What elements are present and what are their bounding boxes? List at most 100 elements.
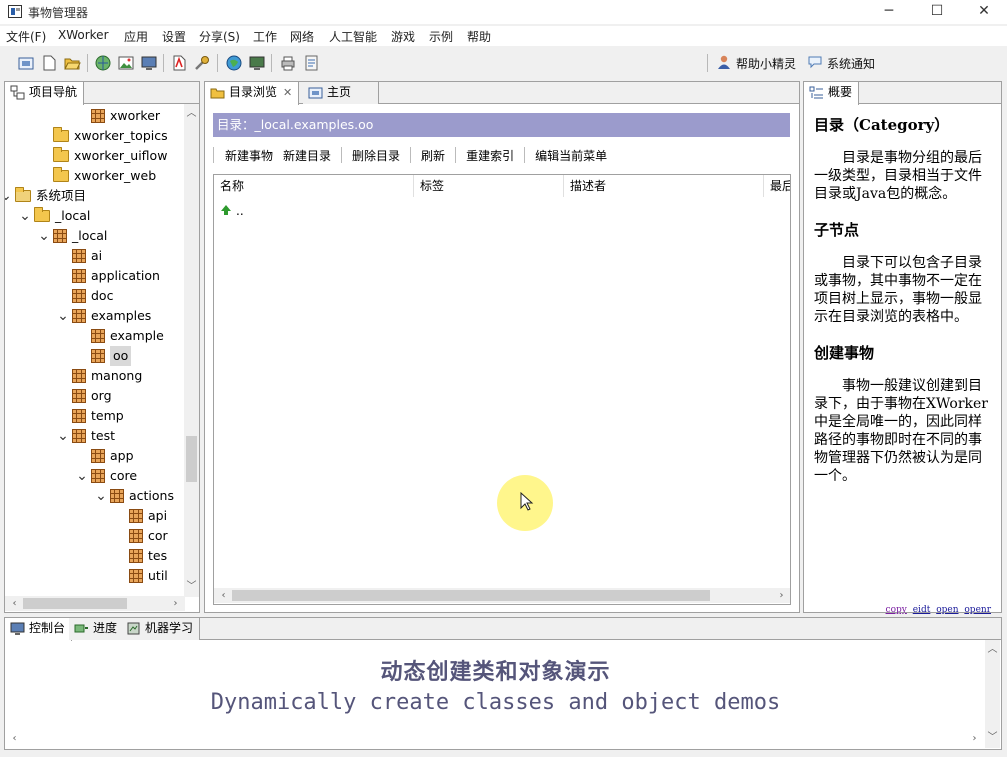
edit-link[interactable]: eidt [913,605,931,615]
tab-project-navigator[interactable]: 项目导航 [5,82,85,105]
menu-settings[interactable]: 设置 [162,28,186,45]
tree-scroll-thumb[interactable] [186,436,197,482]
menu-games[interactable]: 游戏 [391,28,415,45]
help-assistant-button[interactable]: 帮助小精灵 [716,54,796,73]
copy-link[interactable]: copy [886,605,907,615]
tree-item[interactable]: ⌄ examples [56,306,151,326]
menu-help[interactable]: 帮助 [467,28,491,45]
expand-chevron-icon[interactable]: ⌄ [56,429,70,443]
expand-chevron-icon[interactable]: ⌄ [94,489,108,503]
tree-item[interactable]: xworker_uiflow [37,146,167,166]
tree-item[interactable]: ⌄ test [56,426,115,446]
rebuild-index-button[interactable]: 重建索引 [461,147,519,164]
expand-chevron-icon[interactable]: ⌄ [37,229,51,243]
minimize-button[interactable]: ─ [866,0,912,24]
document-icon[interactable] [302,54,320,72]
system-notify-button[interactable]: 系统通知 [807,54,875,73]
tree-item[interactable]: api [113,506,167,526]
tab-directory-browser[interactable]: 目录浏览 ✕ [205,82,300,105]
tree-item[interactable]: ⌄ _local [18,206,90,226]
project-tree[interactable]: xworker xworker_topics xworker_uiflow xwork… [5,104,185,597]
tab-summary[interactable]: 概要 [804,82,860,105]
tree-item[interactable]: ⌄ _local [37,226,107,246]
tree-item[interactable]: xworker_web [37,166,156,186]
tree-item[interactable]: cor [113,526,168,546]
column-header-last[interactable]: 最后 [764,175,790,197]
menu-file[interactable]: 文件(F) [6,28,46,45]
column-header-descriptor[interactable]: 描述者 [564,175,764,197]
tree-item[interactable]: app [75,446,134,466]
console-scroll-left-arrow[interactable]: ‹ [7,731,22,746]
printer-icon[interactable] [279,54,297,72]
table-horizontal-scrollbar[interactable]: ‹ › [214,588,790,603]
tree-item[interactable]: ⌄ 系统项目 [5,186,86,206]
menu-work[interactable]: 工作 [253,28,277,45]
maximize-button[interactable]: ☐ [914,0,960,24]
scroll-down-arrow[interactable]: ﹀ [184,579,199,594]
tree-horizontal-scrollbar[interactable]: ‹ › [5,596,185,611]
tree-item[interactable]: org [56,386,112,406]
tree-item[interactable]: doc [56,286,113,306]
menu-xworker[interactable]: XWorker [58,28,109,42]
expand-chevron-icon[interactable]: ⌄ [75,469,89,483]
new-file-icon[interactable] [40,54,58,72]
expand-chevron-icon[interactable]: ⌄ [18,209,32,223]
menu-share[interactable]: 分享(S) [199,28,240,45]
tree-item[interactable]: util [113,566,168,586]
console-output[interactable]: 动态创建类和对象演示 Dynamically create classes an… [5,640,986,748]
scroll-up-arrow[interactable]: ︿ [184,106,199,121]
refresh-button[interactable]: 刷新 [416,147,450,164]
monitor-icon[interactable] [140,54,158,72]
pdf-icon[interactable] [170,54,188,72]
tree-item[interactable]: oo [75,346,132,366]
scroll-right-arrow[interactable]: › [168,596,183,611]
expand-chevron-icon[interactable]: ⌄ [5,189,13,203]
tree-item[interactable]: ⌄ core [75,466,137,486]
open-folder-icon[interactable] [63,54,81,72]
refresh-globe-icon[interactable] [94,54,112,72]
tools-icon[interactable] [193,54,211,72]
tree-vertical-scrollbar[interactable]: ︿ ﹀ [184,104,199,597]
web-globe-icon[interactable] [225,54,243,72]
table-hscroll-thumb[interactable] [232,590,710,601]
console-scroll-down-arrow[interactable]: ﹀ [985,730,1000,745]
tree-item[interactable]: tes [113,546,167,566]
delete-directory-button[interactable]: 删除目录 [347,147,405,164]
table-row[interactable]: .. [220,201,244,221]
console-scroll-right-arrow[interactable]: › [967,731,982,746]
tree-item[interactable]: example [75,326,164,346]
remote-monitor-icon[interactable] [248,54,266,72]
openr-link[interactable]: openr [964,605,991,615]
tree-item[interactable]: temp [56,406,124,426]
tree-item[interactable]: ai [56,246,102,266]
expand-chevron-icon[interactable]: ⌄ [56,309,70,323]
tab-progress[interactable]: 进度 [69,618,125,640]
table-scroll-right-arrow[interactable]: › [774,588,789,603]
menu-examples[interactable]: 示例 [429,28,453,45]
table-scroll-left-arrow[interactable]: ‹ [216,588,231,603]
scroll-left-arrow[interactable]: ‹ [7,596,22,611]
column-header-tags[interactable]: 标签 [414,175,564,197]
new-directory-button[interactable]: 新建目录 [278,147,336,164]
tree-hscroll-thumb[interactable] [23,598,127,609]
console-vertical-scrollbar[interactable]: ︿ ﹀ [985,640,1000,748]
edit-current-menu-button[interactable]: 编辑当前菜单 [530,147,612,164]
tab-console[interactable]: 控制台 [5,618,73,641]
close-button[interactable]: ✕ [961,0,1007,24]
menu-ai[interactable]: 人工智能 [329,28,377,45]
new-thing-button[interactable]: 新建事物 [220,147,278,164]
column-header-name[interactable]: 名称 [214,175,414,197]
tab-home[interactable]: 主页 [303,82,379,104]
tree-item[interactable]: application [56,266,160,286]
menu-network[interactable]: 网络 [290,28,314,45]
tree-item[interactable]: manong [56,366,142,386]
tree-item[interactable]: ⌄ actions [94,486,174,506]
open-link[interactable]: open [936,605,958,615]
tab-machine-learning[interactable]: 机器学习 [121,618,201,640]
menu-app[interactable]: 应用 [124,28,148,45]
tree-item[interactable]: xworker_topics [37,126,168,146]
directory-table[interactable]: 名称 标签 描述者 最后 .. ‹ › [213,174,791,605]
home-icon[interactable] [17,54,35,72]
image-icon[interactable] [117,54,135,72]
tree-item[interactable]: xworker [75,106,160,126]
